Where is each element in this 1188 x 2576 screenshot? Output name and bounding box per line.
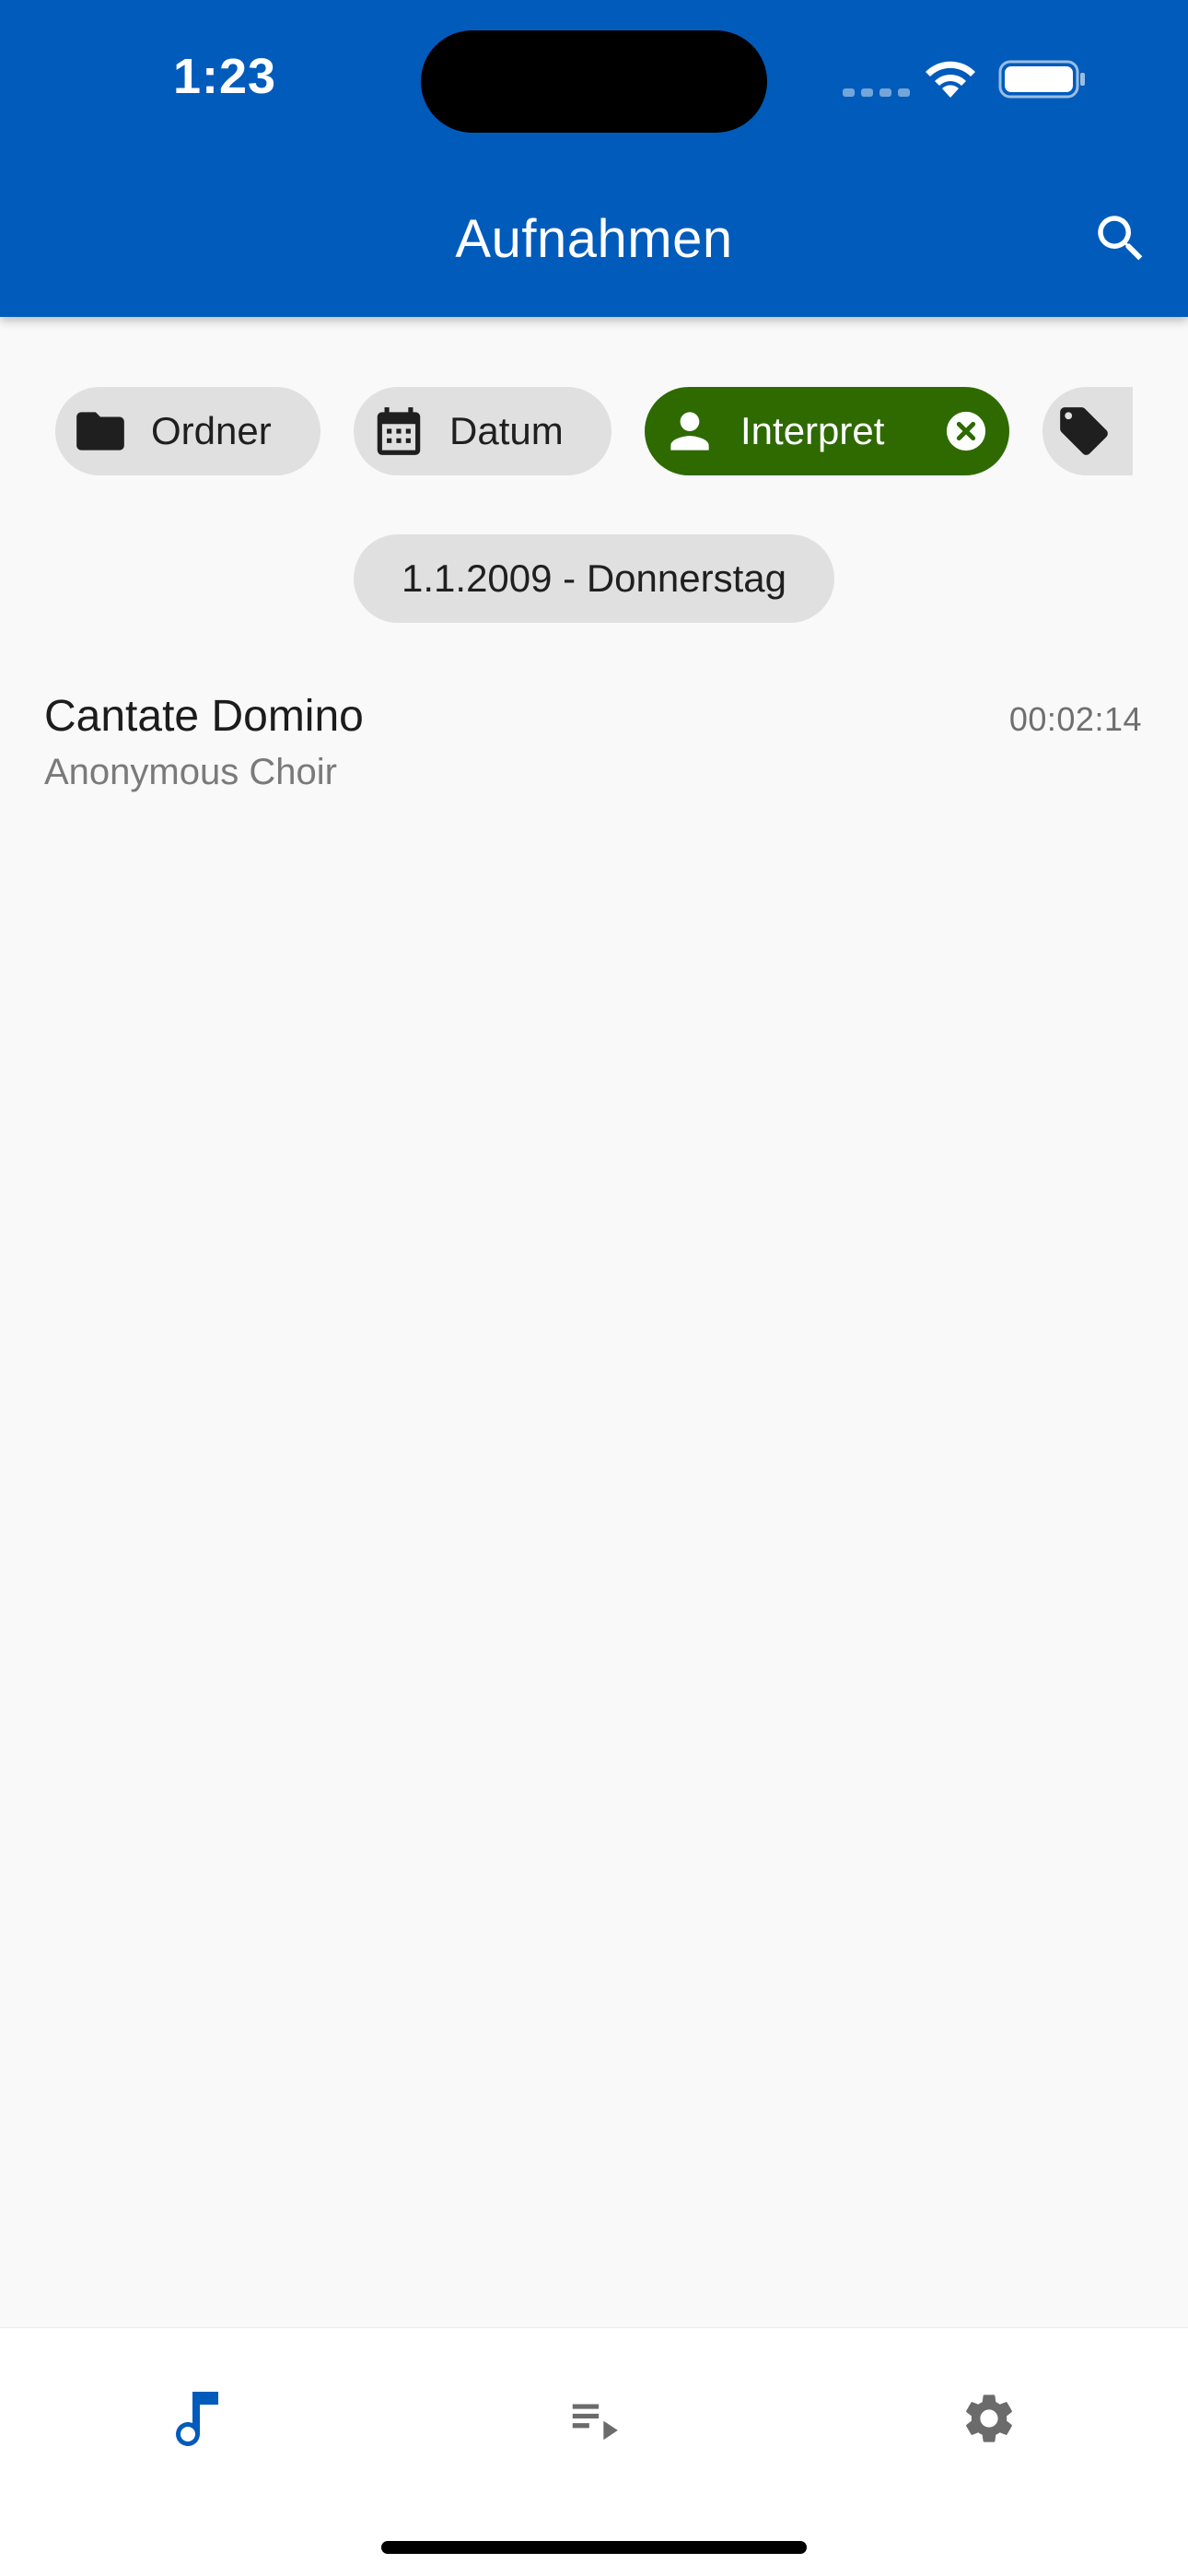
search-icon[interactable] [1090,208,1151,269]
filter-chip-artist-label: Interpret [740,409,885,452]
filter-chip-artist[interactable]: Interpret [645,387,1009,475]
filter-chip-date[interactable]: Datum [354,387,611,475]
app-bar: 1:23 Aufnahmen [0,0,1188,317]
recording-artist: Anonymous Choir [44,752,337,792]
calendar-icon [377,407,421,455]
screen: 1:23 Aufnahmen Ordner Datum Interpret 1.… [0,0,1188,2576]
nav-tab-playlist[interactable] [548,2372,640,2465]
battery-icon [998,60,1085,99]
status-time: 1:23 [173,49,277,104]
home-indicator[interactable] [381,2541,807,2554]
date-group-chip[interactable]: 1.1.2009 - Donnerstag [354,534,834,623]
wifi-icon [926,61,975,98]
bottom-navigation-bar [0,2327,1188,2576]
tag-icon [1060,407,1108,455]
page-title: Aufnahmen [455,209,733,269]
recording-duration: 00:02:14 [1008,700,1142,738]
recording-list-item[interactable]: Cantate Domino Anonymous Choir 00:02:14 [0,673,1188,811]
filter-chip-tag[interactable] [1042,387,1133,475]
nav-tab-recordings[interactable] [151,2372,243,2465]
nav-tab-settings[interactable] [943,2372,1035,2465]
gear-icon [966,2395,1012,2442]
filter-chip-row: Ordner Datum Interpret [55,387,1133,477]
music-note-icon [176,2392,218,2446]
person-icon [670,412,709,451]
filter-chip-date-label: Datum [449,409,564,452]
recording-title: Cantate Domino [44,692,364,741]
playlist-play-icon [572,2404,618,2441]
cellular-signal-icon [843,88,910,97]
filter-chip-folder-label: Ordner [151,409,272,452]
filter-chip-folder[interactable]: Ordner [55,387,320,475]
folder-icon [76,412,124,451]
close-circle-icon[interactable] [945,410,987,452]
dynamic-island [421,30,767,133]
